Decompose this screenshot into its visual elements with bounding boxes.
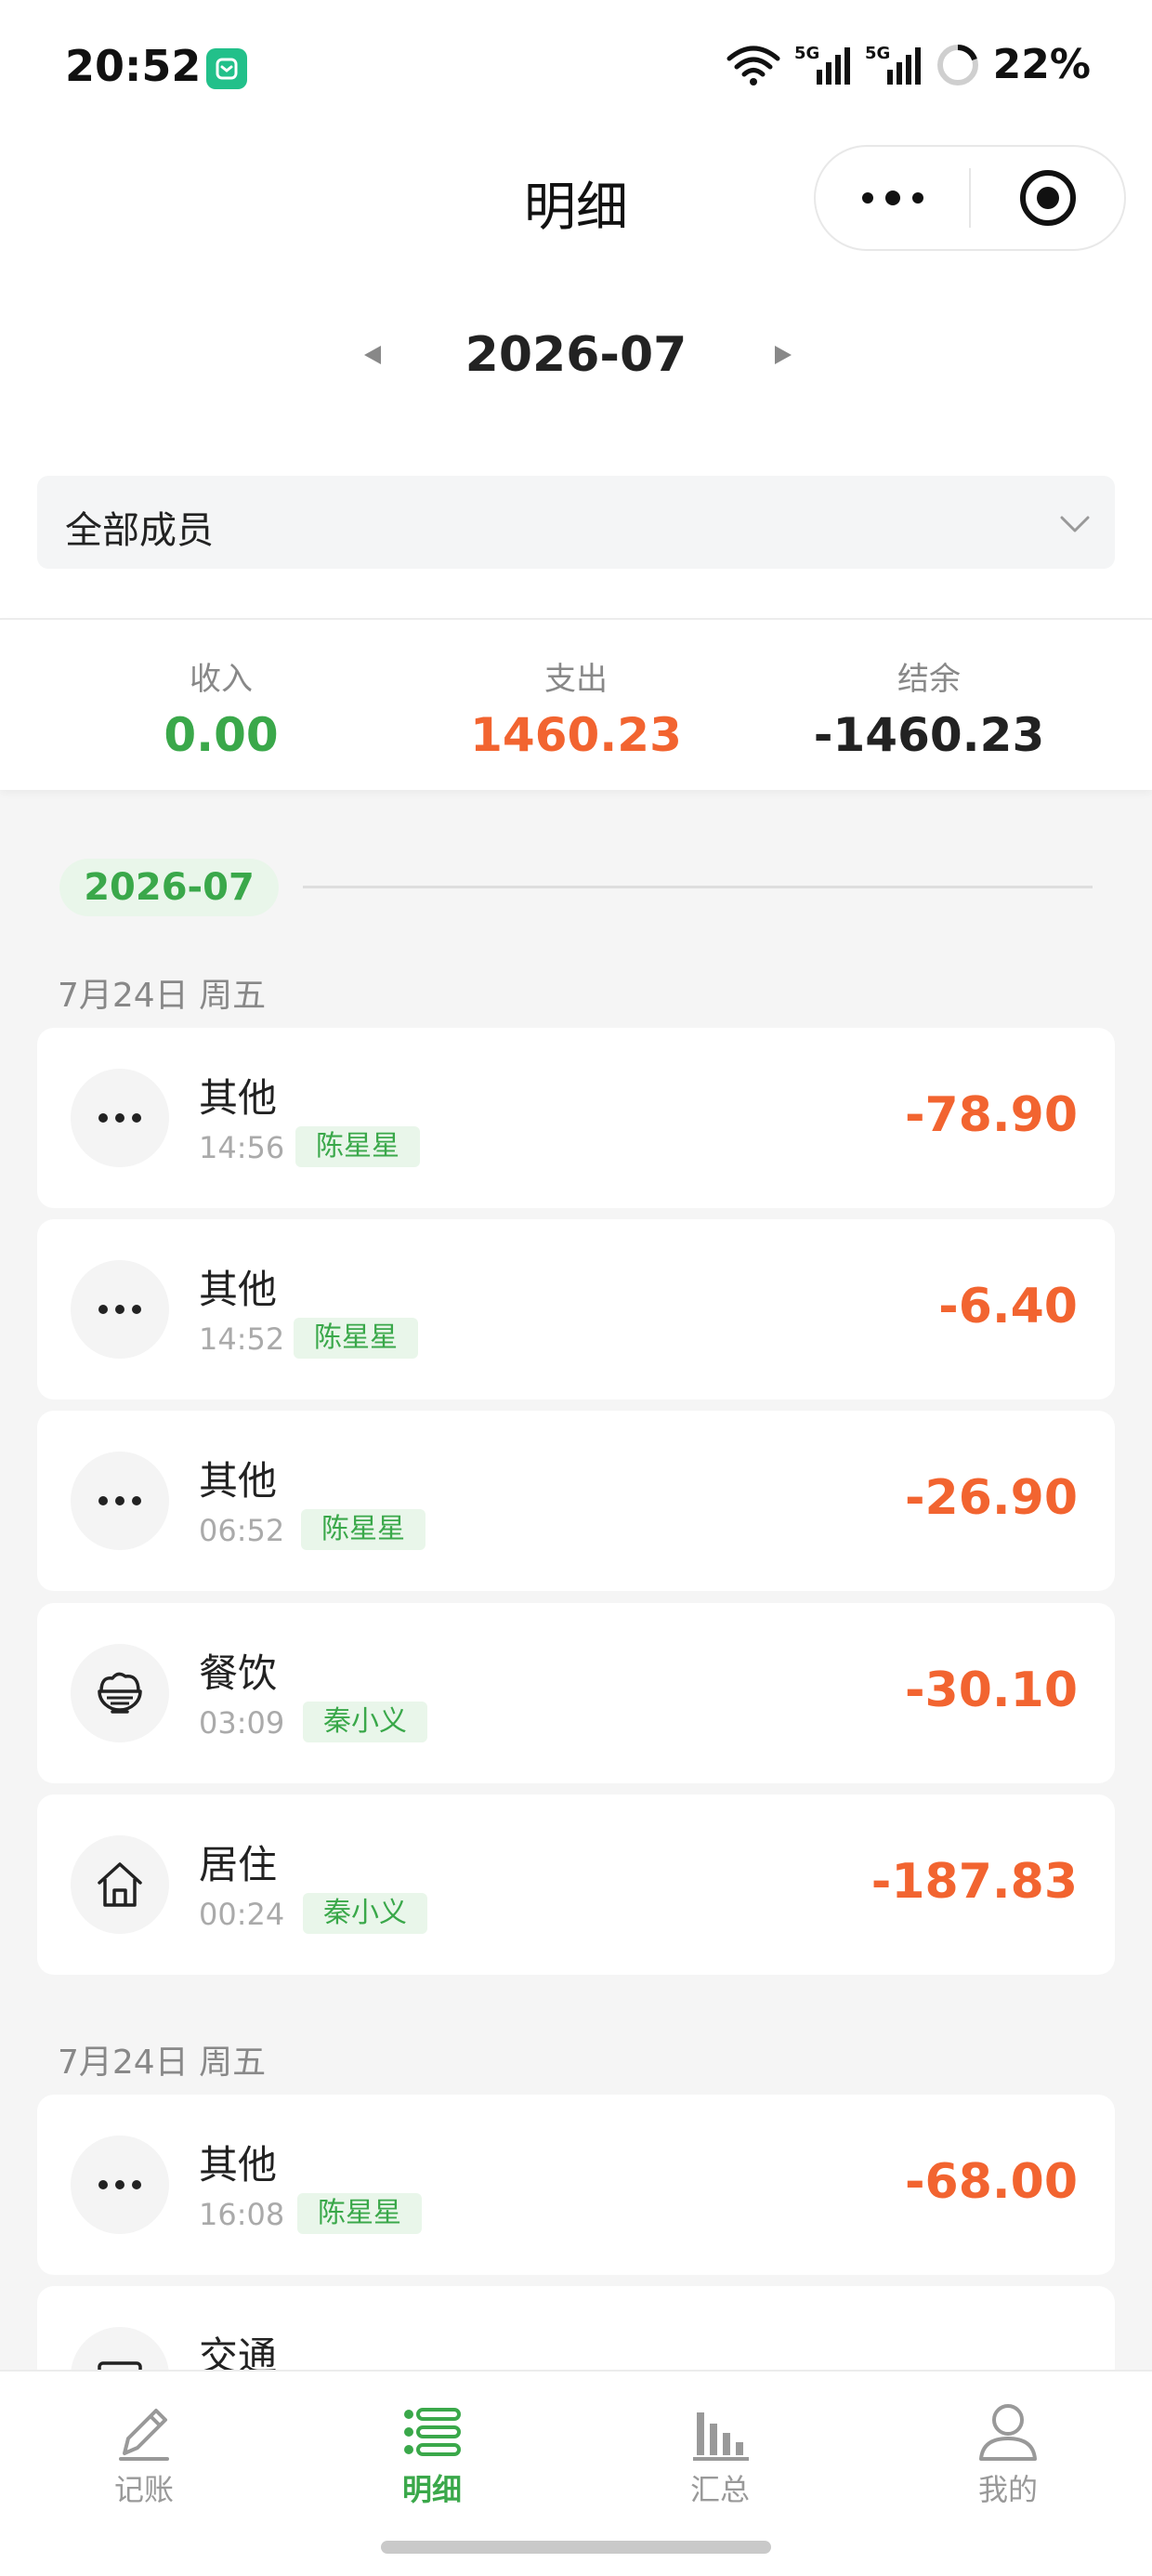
member-badge: 陈星星: [301, 1509, 425, 1550]
svg-text:5G: 5G: [794, 44, 819, 63]
close-miniprogram-button[interactable]: [971, 147, 1124, 249]
member-filter-label: 全部成员: [65, 509, 214, 552]
more-dots-icon: [71, 1069, 169, 1167]
list-icon: [404, 2408, 461, 2456]
transaction-category: 其他: [199, 1458, 278, 1504]
transaction-time: 16:08: [199, 2197, 285, 2232]
svg-text:5G: 5G: [865, 44, 890, 63]
transaction-time: 14:56: [199, 1130, 285, 1165]
expense-value: 1460.23: [470, 708, 682, 762]
tab-profile[interactable]: 我的: [864, 2372, 1152, 2530]
month-divider: [303, 886, 1093, 888]
wifi-icon: [727, 46, 780, 85]
balance-label: 结余: [897, 661, 961, 698]
battery-percent: 22%: [992, 41, 1091, 88]
day-header: 7月24日 周五: [58, 2044, 267, 2082]
transaction-row[interactable]: 其他 16:08 陈星星 -68.00: [37, 2095, 1115, 2275]
bowl-icon: [71, 1644, 169, 1742]
transaction-row[interactable]: 其他 06:52 陈星星 -26.90: [37, 1411, 1115, 1591]
battery-ring-icon: [936, 44, 978, 85]
tab-details[interactable]: 明细: [288, 2372, 576, 2530]
month-group-tag: 2026-07: [59, 859, 279, 916]
member-badge: 秦小义: [303, 1702, 427, 1742]
income-label: 收入: [190, 661, 253, 698]
expense-label: 支出: [544, 661, 608, 698]
tab-summary[interactable]: 汇总: [576, 2372, 864, 2530]
user-icon: [979, 2404, 1037, 2461]
status-bar: 20:52 5G 5G 22%: [0, 0, 1152, 139]
pencil-icon: [119, 2409, 169, 2461]
more-dots-icon: [861, 191, 923, 205]
status-time: 20:52: [65, 41, 202, 91]
chevron-down-icon: [1060, 516, 1090, 532]
target-circle-icon: [1019, 170, 1076, 226]
balance-summary: 结余 -1460.23: [743, 653, 1115, 762]
bar-chart-icon: [693, 2412, 749, 2461]
balance-value: -1460.23: [813, 708, 1045, 762]
transaction-category: 餐饮: [199, 1650, 278, 1696]
month-summary: 收入 0.00 支出 1460.23 结余 -1460.23: [0, 618, 1152, 790]
home-indicator[interactable]: [381, 2541, 771, 2554]
transaction-category: 居住: [199, 1842, 278, 1887]
more-menu-button[interactable]: [816, 147, 969, 249]
mini-program-capsule: [814, 145, 1126, 251]
more-dots-icon: [71, 2136, 169, 2234]
transaction-time: 06:52: [199, 1513, 285, 1548]
member-badge: 陈星星: [297, 2193, 422, 2234]
more-dots-icon: [71, 1260, 169, 1359]
house-icon: [71, 1835, 169, 1934]
member-badge: 陈星星: [295, 1126, 420, 1167]
transaction-time: 03:09: [199, 1705, 285, 1741]
tab-label: 我的: [977, 2472, 1038, 2507]
transaction-amount: -187.83: [871, 1854, 1078, 1910]
transaction-amount: -6.40: [938, 1279, 1078, 1334]
transaction-category: 其他: [199, 1075, 278, 1121]
tab-label: 记账: [113, 2472, 174, 2507]
transaction-amount: -68.00: [904, 2154, 1078, 2210]
transaction-category: 其他: [199, 1267, 278, 1312]
tab-record[interactable]: 记账: [0, 2372, 288, 2530]
tab-label: 明细: [401, 2472, 462, 2507]
day-header: 7月24日 周五: [58, 977, 267, 1015]
more-dots-icon: [71, 1452, 169, 1550]
transaction-time: 00:24: [199, 1897, 285, 1932]
transaction-amount: -78.90: [904, 1087, 1078, 1143]
transaction-row[interactable]: 其他 14:52 陈星星 -6.40: [37, 1219, 1115, 1400]
app-notification-icon: [206, 48, 247, 89]
transaction-time: 14:52: [199, 1321, 285, 1357]
transaction-row[interactable]: 居住 00:24 秦小义 -187.83: [37, 1794, 1115, 1975]
tab-label: 汇总: [689, 2472, 750, 2507]
month-selector: 2026-07: [0, 327, 1152, 392]
income-value: 0.00: [164, 708, 279, 762]
member-filter-select[interactable]: 全部成员: [37, 476, 1115, 569]
income-summary: 收入 0.00: [35, 653, 407, 762]
transaction-category: 其他: [199, 2142, 278, 2188]
transaction-row[interactable]: 餐饮 03:09 秦小义 -30.10: [37, 1603, 1115, 1783]
expense-summary: 支出 1460.23: [390, 653, 762, 762]
member-badge: 陈星星: [294, 1318, 418, 1359]
status-indicators: 5G 5G 22%: [726, 41, 1091, 88]
transaction-row[interactable]: 其他 14:56 陈星星 -78.90: [37, 1028, 1115, 1208]
triangle-right-icon[interactable]: [767, 340, 797, 370]
signal-5g-icon: 5G: [794, 44, 850, 85]
current-month[interactable]: 2026-07: [0, 327, 1152, 383]
member-badge: 秦小义: [303, 1893, 427, 1934]
transaction-amount: -26.90: [904, 1470, 1078, 1526]
signal-5g-icon: 5G: [865, 44, 921, 85]
transaction-amount: -30.10: [904, 1663, 1078, 1718]
